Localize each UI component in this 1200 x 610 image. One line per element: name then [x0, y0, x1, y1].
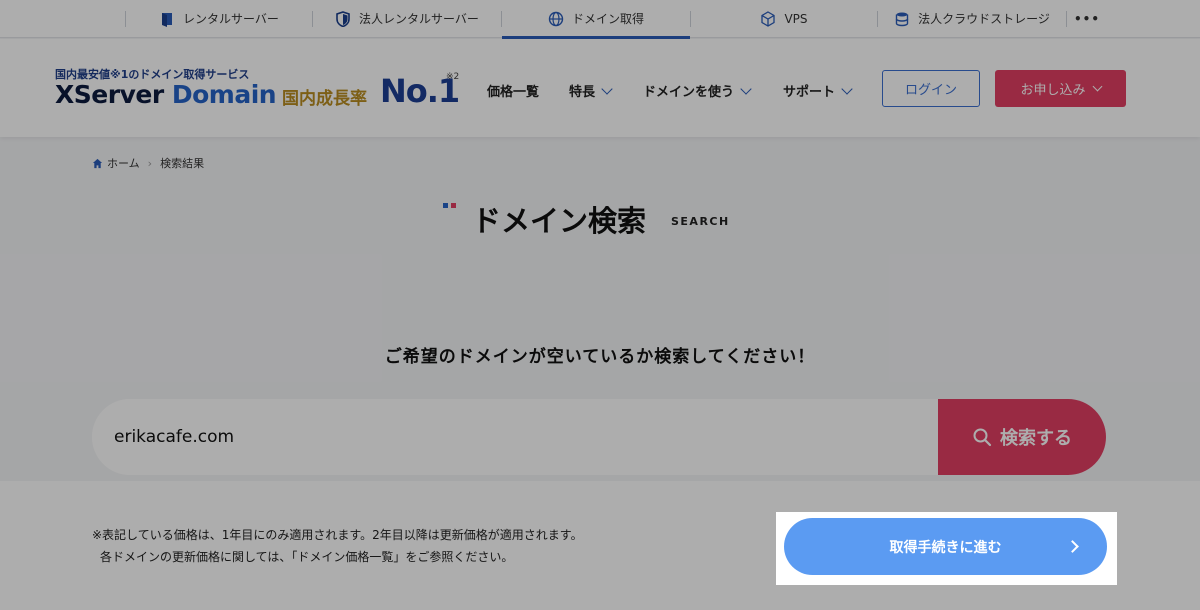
price-note-line-2: 各ドメインの更新価格に関しては、「ドメイン価格一覧」をご参照ください。 — [100, 550, 514, 564]
price-note-line-1: ※表記している価格は、1年目にのみ適用されます。2年目以降は更新価格が適用されま… — [92, 528, 583, 542]
chevron-right-icon — [1066, 540, 1079, 553]
modal-dim-overlay — [0, 0, 1200, 481]
proceed-to-registration-button[interactable]: 取得手続きに進む — [784, 518, 1107, 575]
price-note: ※表記している価格は、1年目にのみ適用されます。2年目以降は更新価格が適用されま… — [92, 524, 583, 568]
